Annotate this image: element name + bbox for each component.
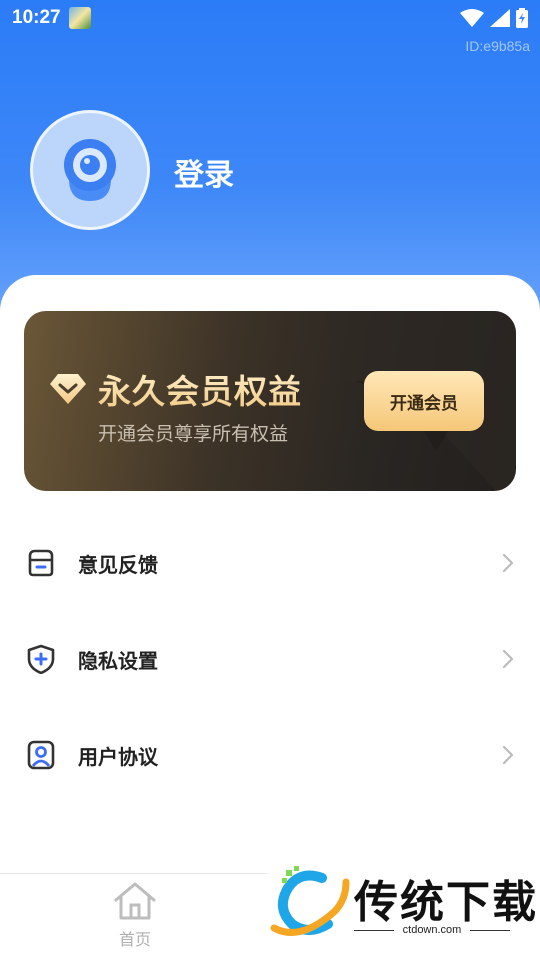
vip-title-row: 永久会员权益 [50, 365, 302, 413]
menu-item-feedback[interactable]: 意见反馈 [0, 515, 540, 611]
watermark-line-right [470, 930, 510, 931]
vip-card[interactable]: 永久会员权益 开通会员尊享所有权益 开通会员 [24, 311, 516, 491]
home-icon [114, 882, 156, 920]
watermark: 传统下载 ctdown.com [268, 860, 540, 960]
status-time: 10:27 [12, 7, 61, 28]
diamond-icon [50, 374, 86, 404]
chevron-right-icon [502, 553, 514, 573]
notification-app-icon [68, 7, 91, 29]
battery-icon [516, 8, 528, 28]
vip-title: 永久会员权益 [98, 365, 302, 413]
chevron-right-icon [502, 649, 514, 669]
wifi-icon [460, 9, 484, 27]
nav-tab-home[interactable]: 首页 [105, 880, 165, 956]
shield-plus-icon [26, 644, 56, 674]
avatar[interactable] [30, 110, 150, 230]
feedback-icon [26, 548, 56, 578]
device-id: ID:e9b85a [465, 38, 530, 54]
webcam-icon [64, 139, 116, 201]
signal-icon [490, 9, 510, 27]
watermark-brand: 传统下载 [354, 877, 538, 928]
menu-label-feedback: 意见反馈 [78, 552, 158, 577]
user-badge-icon [26, 740, 56, 770]
menu-item-user-agreement[interactable]: 用户协议 [0, 707, 540, 803]
open-vip-button[interactable]: 开通会员 [364, 371, 484, 431]
menu-label-user-agreement: 用户协议 [78, 744, 158, 769]
login-link[interactable]: 登录 [174, 150, 234, 194]
ctdown-logo-icon [270, 866, 350, 936]
menu-item-privacy[interactable]: 隐私设置 [0, 611, 540, 707]
nav-home-label: 首页 [118, 930, 151, 949]
chevron-right-icon [502, 745, 514, 765]
vip-subtitle: 开通会员尊享所有权益 [98, 423, 289, 445]
menu-label-privacy: 隐私设置 [78, 648, 158, 673]
status-bar: 10:27 [0, 0, 540, 36]
status-indicators [460, 8, 528, 28]
